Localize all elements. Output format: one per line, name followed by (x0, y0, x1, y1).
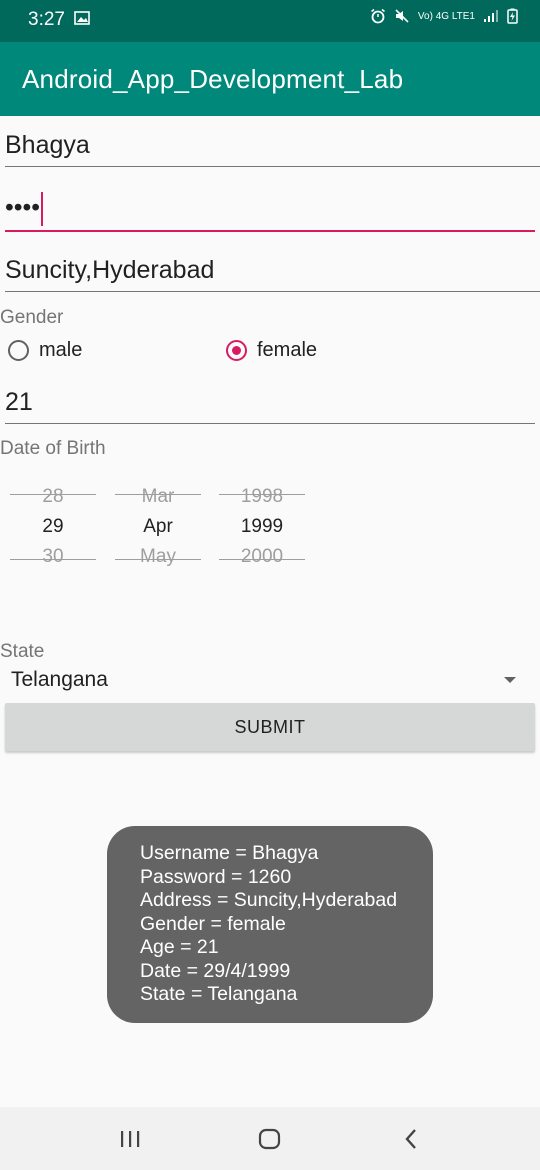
day-prev[interactable]: 28 (10, 482, 96, 512)
picker-divider (10, 559, 96, 560)
status-bar: 3:27 Vo) 4G LTE1 (0, 0, 540, 42)
image-notification-icon (74, 11, 90, 25)
toast-line: Gender = female (140, 912, 286, 935)
toast-line: Password = 1260 (140, 865, 292, 888)
radio-unchecked-icon (8, 340, 29, 361)
recent-apps-button[interactable] (100, 1107, 160, 1170)
recent-apps-icon (121, 1130, 140, 1147)
text-cursor (41, 192, 44, 226)
battery-charging-icon (507, 8, 518, 24)
year-prev[interactable]: 1998 (219, 482, 305, 512)
day-current[interactable]: 29 (10, 512, 96, 542)
address-field[interactable]: Suncity,Hyderabad (5, 241, 540, 292)
signal-icon (484, 10, 498, 22)
password-mask: •••• (5, 193, 41, 222)
toast-message: Username = Bhagya Password = 1260 Addres… (107, 826, 433, 1023)
radio-checked-icon (226, 340, 247, 361)
age-value: 21 (5, 388, 33, 416)
radio-female-label: female (257, 339, 318, 361)
password-value: •••• (5, 192, 44, 226)
back-icon (405, 1128, 416, 1149)
picker-divider (219, 559, 305, 560)
password-field[interactable]: •••• (5, 180, 535, 232)
username-value: Bhagya (5, 131, 90, 159)
alarm-icon (370, 8, 385, 24)
toast-line: Address = Suncity,Hyderabad (140, 889, 398, 911)
network-type-label: Vo) 4G LTE1 (417, 10, 475, 22)
home-icon (258, 1128, 281, 1149)
status-time: 3:27 (28, 9, 65, 30)
month-picker[interactable]: Mar Apr May (115, 482, 201, 572)
toast-line: State = Telangana (140, 983, 298, 1005)
year-next[interactable]: 2000 (219, 542, 305, 572)
picker-divider (10, 494, 96, 495)
submit-button[interactable]: SUBMIT (5, 703, 535, 751)
picker-divider (115, 559, 201, 560)
month-current[interactable]: Apr (115, 512, 201, 542)
picker-divider (219, 494, 305, 495)
navigation-bar (0, 1107, 540, 1170)
back-button[interactable] (381, 1107, 441, 1170)
dob-label: Date of Birth (0, 438, 106, 459)
app-bar: Android_App_Development_Lab (0, 42, 540, 116)
username-field[interactable]: Bhagya (5, 116, 540, 167)
address-value: Suncity,Hyderabad (5, 256, 215, 284)
year-picker[interactable]: 1998 1999 2000 (219, 482, 305, 572)
state-spinner[interactable]: Telangana (0, 660, 540, 700)
gender-label: Gender (0, 307, 64, 328)
month-prev[interactable]: Mar (115, 482, 201, 512)
day-picker[interactable]: 28 29 30 (10, 482, 96, 572)
year-current[interactable]: 1999 (219, 512, 305, 542)
day-next[interactable]: 30 (10, 542, 96, 572)
picker-divider (115, 494, 201, 495)
radio-male-label: male (39, 339, 83, 361)
home-button[interactable] (240, 1107, 300, 1170)
toast-line: Age = 21 (140, 936, 219, 958)
radio-male[interactable]: male (8, 339, 82, 362)
age-field[interactable]: 21 (5, 373, 535, 424)
month-next[interactable]: May (115, 542, 201, 572)
status-indicators: Vo) 4G LTE1 (370, 8, 518, 24)
dropdown-arrow-icon (504, 677, 516, 683)
app-title: Android_App_Development_Lab (22, 64, 404, 94)
radio-female[interactable]: female (226, 339, 317, 362)
state-value: Telangana (11, 668, 108, 691)
toast-line: Date = 29/4/1999 (140, 959, 291, 982)
mute-icon (395, 9, 409, 23)
toast-line: Username = Bhagya (140, 842, 319, 864)
